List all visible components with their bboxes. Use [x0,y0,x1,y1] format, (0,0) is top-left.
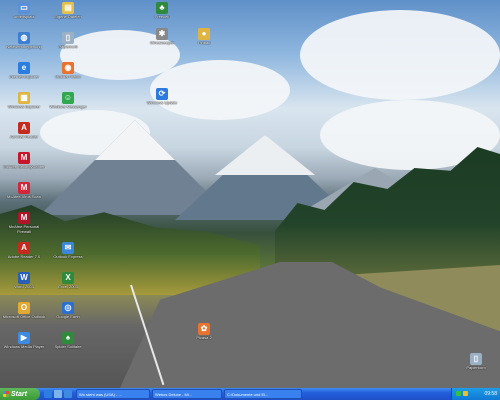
icon-label: Minesweeper [150,41,174,45]
icon-label: Windows Explorer [7,105,41,109]
icon-label: Mozilla Firefox [55,75,81,79]
media-player-icon: ▶ [18,332,30,344]
taskbar-button[interactable]: C:\Dokumente und Ei... [224,389,302,399]
start-label: Start [11,390,27,398]
icon-label: Eigene Dateien [54,15,82,19]
desktop-icon-windows-update[interactable]: ⟳ Windows Update [140,88,184,118]
quicklaunch-media-icon[interactable] [64,390,72,398]
quicklaunch-desktop-icon[interactable] [54,390,62,398]
cards-icon: ♠ [62,332,74,344]
icon-label: Outlook Express [53,255,83,259]
desktop-icon-acrobat[interactable]: A Acrobat Reader [2,122,46,152]
messenger-icon: ☺ [62,92,74,104]
mcafee-icon: M [18,212,30,224]
desktop-icon-media-player[interactable]: ▶ Windows Media Player [2,332,46,362]
icon-label: Internet Explorer [9,75,39,79]
mine-icon: ✱ [156,28,168,40]
desktop-icon-papierkorb-2[interactable]: ▯ Papierkorb [454,353,498,383]
internet-explorer-icon: e [18,62,30,74]
folder-icon: ▤ [62,2,74,14]
desktop-icon-outlook[interactable]: O Microsoft Office Outlook [2,302,46,332]
pinball-icon: ● [198,28,210,40]
desktop-icon-word[interactable]: W Word 2003 [2,272,46,302]
recycle-bin-icon: ▯ [470,353,482,365]
desktop-icon-minesweeper[interactable]: ✱ Minesweeper [140,28,184,58]
icon-label: Papierkorb [58,45,78,49]
network-icon: ◍ [18,32,30,44]
icon-label: Acrobat Reader [9,135,38,139]
icon-label: McAfee Virus Scan [7,195,41,199]
desktop-icon-firefox[interactable]: ◉ Mozilla Firefox [46,62,90,92]
update-icon: ⟳ [156,88,168,100]
icon-label: Papierkorb [466,366,486,370]
tray-volume-icon[interactable] [463,391,468,396]
system-tray: 09:58 [451,388,500,400]
icon-label: Word 2003 [14,285,34,289]
word-icon: W [18,272,30,284]
desktop-icon-adobe-reader[interactable]: A Adobe Reader 7.0 [2,242,46,272]
quicklaunch-ie-icon[interactable] [44,390,52,398]
icon-label: Windows Messenger [49,105,87,109]
desktop-icon-messenger[interactable]: ☺ Windows Messenger [46,92,90,122]
icon-label: Picasa 2 [196,336,212,340]
icon-label: Windows Media Player [3,345,45,349]
desktop-icon-internet-explorer[interactable]: e Internet Explorer [2,62,46,92]
icon-label: Spider Solitaire [54,345,82,349]
icon-label: Arbeitsplatz [13,15,35,19]
adobe-reader-icon: A [18,242,30,254]
start-button[interactable]: Start [0,388,40,400]
taskbar: Start Wo steht was (USA) - ... Webos Del… [0,388,500,400]
desktop-icon-arbeitsplatz[interactable]: ▭ Arbeitsplatz [2,2,46,32]
cards-icon: ♣ [156,2,168,14]
icon-label: Excel 2003 [58,285,78,289]
cloud [300,10,500,100]
excel-icon: X [62,272,74,284]
desktop-icon-picasa[interactable]: ✿ Picasa 2 [182,323,226,353]
globe-icon: ◎ [62,302,74,314]
taskbar-button[interactable]: Webos Deluxe - Mi... [152,389,222,399]
taskbar-button[interactable]: Wo steht was (USA) - ... [76,389,150,399]
recycle-bin-icon: ▯ [62,32,74,44]
icon-label: Freecell [154,15,170,19]
desktop-icon-mcafee-securitycenter[interactable]: M McAfee SecurityCenter [2,152,46,182]
icon-label: Pinball [197,41,210,45]
icon-label: McAfee Personal Firewall [8,225,40,234]
mail-icon: ✉ [62,242,74,254]
mcafee-icon: M [18,182,30,194]
tray-network-icon[interactable] [456,391,461,396]
clock[interactable]: 09:58 [484,391,497,397]
picasa-icon: ✿ [198,323,210,335]
task-label: C:\Dokumente und Ei... [227,391,269,397]
task-label: Wo steht was (USA) - ... [79,391,122,397]
desktop-icon-eigene-dateien[interactable]: ▤ Eigene Dateien [46,2,90,32]
icon-label: Microsoft Office Outlook [2,315,46,319]
desktop-icon-excel[interactable]: X Excel 2003 [46,272,90,302]
icon-label: Netzwerkumgebung [6,45,42,49]
mcafee-icon: M [18,152,30,164]
task-label: Webos Deluxe - Mi... [155,391,193,397]
desktop-icon-mcafee-virusscan[interactable]: M McAfee Virus Scan [2,182,46,212]
desktop-icon-mcafee-firewall[interactable]: M McAfee Personal Firewall [2,212,46,242]
firefox-icon: ◉ [62,62,74,74]
outlook-icon: O [18,302,30,314]
icon-label: Google Earth [56,315,80,319]
icon-label: Adobe Reader 7.0 [7,255,41,259]
desktop-icon-netzwerk[interactable]: ◍ Netzwerkumgebung [2,32,46,62]
mountain-snow [95,120,175,160]
desktop-icon-explorer[interactable]: ▦ Windows Explorer [2,92,46,122]
icon-label: Windows Update [146,101,178,105]
windows-logo-icon [3,391,9,397]
desktop-icon-papierkorb[interactable]: ▯ Papierkorb [46,32,90,62]
desktop-icon-google-earth[interactable]: ◎ Google Earth [46,302,90,332]
desktop-icon-pinball[interactable]: ● Pinball [182,28,226,58]
acrobat-icon: A [18,122,30,134]
desktop-icon-outlook-express[interactable]: ✉ Outlook Express [46,242,90,272]
computer-icon: ▭ [18,2,30,14]
icon-label: McAfee SecurityCenter [3,165,45,169]
folder-icon: ▦ [18,92,30,104]
desktop-icon-spider-solitaire[interactable]: ♠ Spider Solitaire [46,332,90,362]
desktop-wallpaper: ▭ Arbeitsplatz ▤ Eigene Dateien ◍ Netzwe… [0,0,500,388]
